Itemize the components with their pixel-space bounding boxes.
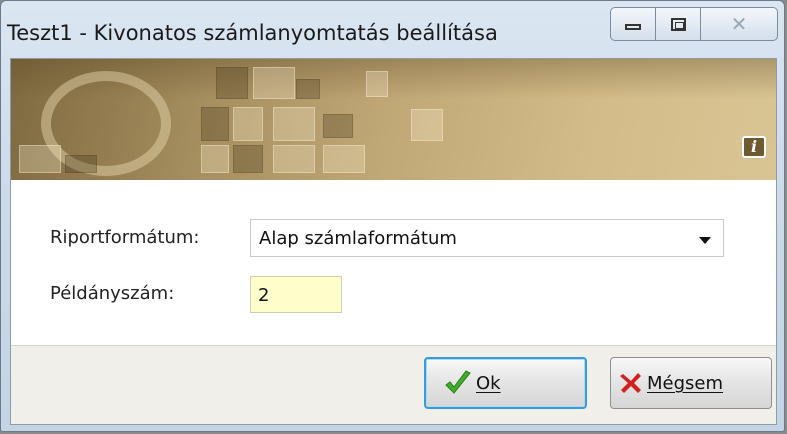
checkmark-icon (445, 370, 471, 394)
maximize-icon (670, 17, 686, 31)
title-bar[interactable]: Teszt1 - Kivonatos számlanyomtatás beáll… (1, 1, 784, 57)
dialog-client-area: i Riportformátum: Alap számlaformátum Pé… (10, 58, 777, 425)
copies-input[interactable]: 2 (250, 276, 342, 313)
minimize-button[interactable] (610, 7, 656, 41)
ok-label: Ok (476, 372, 501, 394)
cancel-x-icon (620, 373, 641, 393)
caption-buttons: ✕ (610, 7, 778, 41)
report-format-label: Riportformátum: (50, 227, 200, 248)
close-button[interactable]: ✕ (700, 7, 778, 41)
cancel-label: Mégsem (647, 372, 724, 394)
report-format-select[interactable]: Alap számlaformátum (250, 219, 724, 257)
dialog-window: Teszt1 - Kivonatos számlanyomtatás beáll… (0, 0, 785, 432)
settings-form: Riportformátum: Alap számlaformátum Péld… (11, 180, 776, 345)
chevron-down-icon[interactable] (699, 237, 711, 244)
cancel-button[interactable]: Mégsem (610, 357, 772, 409)
close-icon: ✕ (730, 12, 748, 36)
ok-button[interactable]: Ok (424, 357, 587, 409)
copies-label: Példányszám: (50, 283, 175, 304)
minimize-icon (625, 24, 641, 30)
report-format-value: Alap számlaformátum (259, 228, 457, 249)
button-bar: Ok Mégsem (11, 345, 776, 424)
maximize-button[interactable] (655, 7, 701, 41)
window-title: Teszt1 - Kivonatos számlanyomtatás beáll… (7, 21, 498, 45)
header-banner: i (11, 59, 776, 180)
copies-value: 2 (258, 285, 270, 306)
info-icon[interactable]: i (742, 136, 766, 158)
